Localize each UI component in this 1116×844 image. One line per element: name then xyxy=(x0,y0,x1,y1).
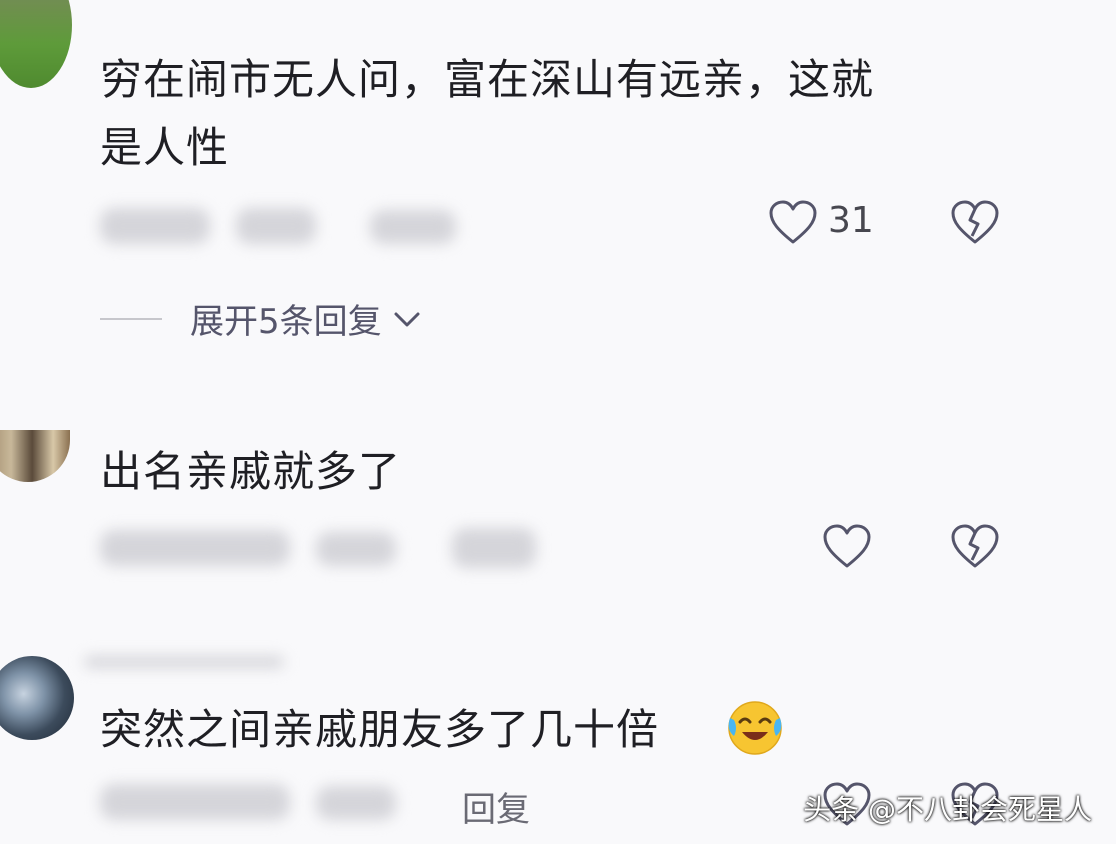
blurred-username xyxy=(100,530,290,566)
blurred-reply-button[interactable] xyxy=(452,528,536,568)
heart-outline-icon[interactable] xyxy=(822,524,872,570)
blurred-location xyxy=(316,532,396,566)
chevron-down-icon xyxy=(394,312,420,326)
blurred-username xyxy=(100,208,210,244)
comment-text-line: 出名亲戚就多了 xyxy=(100,447,402,496)
reply-button[interactable]: 回复 xyxy=(462,782,530,831)
blurred-reply-button[interactable] xyxy=(370,210,456,244)
divider-line xyxy=(100,317,162,320)
comment-text-line: 穷在闹市无人问，富在深山有远亲，这就 xyxy=(100,55,875,104)
avatar[interactable] xyxy=(0,656,74,740)
blurred-username xyxy=(100,784,290,820)
broken-heart-icon[interactable] xyxy=(950,200,1000,246)
comment-text: 穷在闹市无人问，富在深山有远亲，这就 是人性 xyxy=(100,46,874,182)
crying-laughing-emoji-icon xyxy=(728,701,782,755)
avatar[interactable] xyxy=(0,430,70,482)
heart-outline-icon[interactable] xyxy=(768,200,818,246)
avatar[interactable] xyxy=(0,0,72,88)
watermark: 头条 @不八卦会死星人 xyxy=(803,793,1092,826)
comment-text: 出名亲戚就多了 xyxy=(100,438,401,506)
comment-text: 突然之间亲戚朋友多了几十倍 xyxy=(100,696,659,764)
comment-text-line: 是人性 xyxy=(100,123,230,172)
expand-replies-button[interactable]: 展开5条回复 xyxy=(100,294,424,343)
blurred-username xyxy=(84,656,284,668)
comment-text-line: 突然之间亲戚朋友多了几十倍 xyxy=(100,705,660,754)
broken-heart-icon[interactable] xyxy=(950,524,1000,570)
blurred-location xyxy=(236,208,316,244)
expand-replies-label: 展开5条回复 xyxy=(190,302,382,342)
blurred-location xyxy=(316,786,396,820)
like-count: 31 xyxy=(828,200,874,241)
